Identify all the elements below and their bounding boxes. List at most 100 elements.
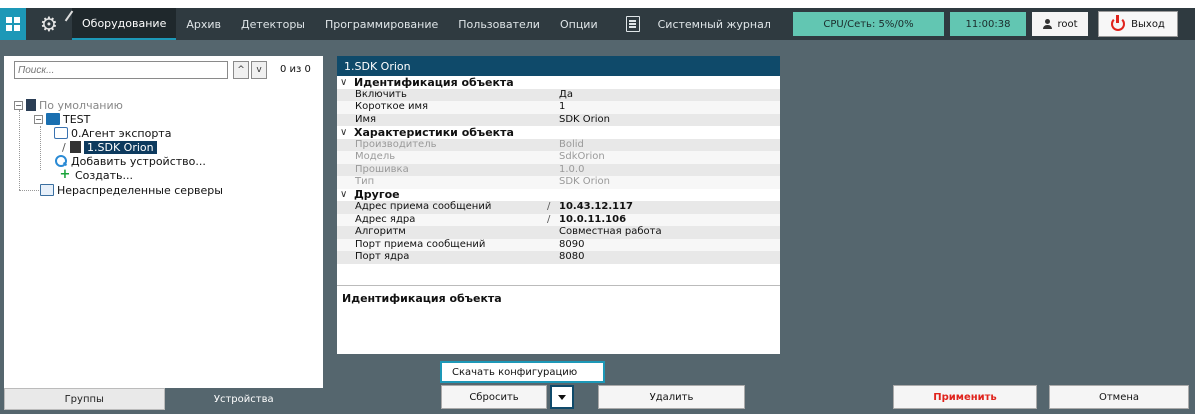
property-row[interactable]: Имя SDK Orion bbox=[337, 113, 780, 127]
property-row[interactable]: Алгоритм Совместная работа bbox=[337, 226, 780, 239]
tree-node-unassigned-servers[interactable]: Нераспределенные серверы bbox=[40, 183, 223, 197]
property-value-text: 10.43.12.117 bbox=[559, 201, 634, 212]
system-journal-button[interactable]: Системный журнал bbox=[616, 8, 777, 40]
property-row[interactable]: Адрес ядра / 10.0.11.106 bbox=[337, 213, 780, 227]
property-key: Имя bbox=[355, 113, 377, 125]
tree-node-create[interactable]: + Создать... bbox=[58, 168, 133, 182]
tree-node-sdk-orion[interactable]: / 1.SDK Orion bbox=[62, 140, 157, 154]
property-value: SdkOrion bbox=[559, 151, 605, 162]
edit-pencil-icon: / bbox=[547, 213, 551, 225]
property-key: Порт ядра bbox=[355, 251, 410, 262]
collapse-icon[interactable]: − bbox=[14, 100, 23, 110]
search-prev-button[interactable]: ^ bbox=[233, 61, 249, 79]
section-title: Идентификация объекта bbox=[354, 75, 514, 89]
property-key: Производитель bbox=[355, 138, 437, 150]
clock: 11:00:38 bbox=[950, 12, 1026, 36]
property-value-text: 10.0.11.106 bbox=[559, 213, 627, 225]
section-characteristics[interactable]: ∨ Характеристики объекта bbox=[337, 126, 780, 139]
tree-node-export-agent[interactable]: 0.Агент экспорта bbox=[54, 126, 171, 140]
property-value[interactable]: 8080 bbox=[543, 251, 780, 264]
tree-node-test[interactable]: − TEST bbox=[34, 112, 90, 126]
section-title: Характеристики объекта bbox=[354, 125, 514, 139]
panel-title: 1.SDK Orion bbox=[337, 56, 780, 76]
property-key: Порт приема сообщений bbox=[355, 238, 486, 250]
user-icon bbox=[1042, 19, 1053, 29]
tree-node-test-label: TEST bbox=[63, 112, 91, 126]
property-key: Короткое имя bbox=[355, 101, 429, 112]
section-identification[interactable]: ∨ Идентификация объекта bbox=[337, 76, 780, 89]
menu-archive[interactable]: Архив bbox=[176, 8, 231, 40]
chevron-down-icon[interactable]: ∨ bbox=[340, 77, 354, 88]
folder-icon bbox=[46, 113, 60, 125]
properties-panel: 1.SDK Orion ∨ Идентификация объекта Вклю… bbox=[337, 56, 780, 354]
section-title: Другое bbox=[354, 188, 400, 202]
chevron-down-icon[interactable]: ∨ bbox=[340, 189, 354, 200]
property-value-editable[interactable]: / 10.0.11.106 bbox=[543, 214, 780, 227]
property-row[interactable]: Адрес приема сообщений / 10.43.12.117 bbox=[337, 201, 780, 214]
property-key: Алгоритм bbox=[355, 226, 406, 237]
property-key: Адрес ядра bbox=[355, 213, 416, 225]
plus-icon: + bbox=[59, 167, 71, 182]
reset-dropdown-button[interactable] bbox=[550, 385, 574, 409]
reset-button[interactable]: Сбросить bbox=[441, 385, 547, 409]
export-agent-icon bbox=[54, 127, 68, 139]
tree-node-export-agent-label: 0.Агент экспорта bbox=[71, 126, 172, 140]
top-bar: ⚙ Оборудование Архив Детекторы Программи… bbox=[0, 8, 1195, 40]
tree-node-unassigned-label: Нераспределенные серверы bbox=[57, 183, 223, 197]
property-key: Модель bbox=[355, 151, 396, 162]
property-row: Тип SDK Orion bbox=[337, 176, 780, 189]
search-count: 0 из 0 bbox=[280, 64, 311, 75]
menu-users[interactable]: Пользователи bbox=[448, 8, 550, 40]
system-journal-label: Системный журнал bbox=[657, 17, 771, 31]
exit-button[interactable]: Выход bbox=[1098, 11, 1178, 37]
download-config-menu-item[interactable]: Скачать конфигурацию bbox=[440, 361, 605, 383]
edit-pencil-icon: / bbox=[547, 201, 551, 212]
search-device-icon bbox=[54, 155, 68, 167]
menu-equipment[interactable]: Оборудование bbox=[72, 8, 177, 40]
chevron-down-icon[interactable]: ∨ bbox=[340, 127, 354, 138]
property-row[interactable]: Порт приема сообщений 8090 bbox=[337, 238, 780, 252]
tree-node-add-device-label: Добавить устройство... bbox=[71, 154, 206, 168]
property-key: Тип bbox=[355, 176, 375, 187]
tree-node-sdk-orion-label: 1.SDK Orion bbox=[84, 140, 157, 154]
property-key: Адрес приема сообщений bbox=[355, 201, 492, 212]
collapse-icon[interactable]: − bbox=[34, 114, 43, 124]
menu-detectors[interactable]: Детекторы bbox=[231, 8, 315, 40]
property-value[interactable]: Совместная работа bbox=[543, 226, 780, 239]
property-value[interactable]: 8090 bbox=[543, 239, 780, 252]
search-next-button[interactable]: v bbox=[251, 61, 267, 79]
property-row[interactable]: Порт ядра 8080 bbox=[337, 251, 780, 264]
property-key: Прошивка bbox=[355, 163, 409, 175]
property-row[interactable]: Включить Да bbox=[337, 88, 780, 102]
section-other[interactable]: ∨ Другое bbox=[337, 188, 780, 202]
property-value: Bolid bbox=[559, 138, 584, 150]
cancel-button[interactable]: Отмена bbox=[1049, 385, 1189, 409]
tree-node-add-device[interactable]: Добавить устройство... bbox=[54, 154, 206, 168]
tab-devices[interactable]: Устройства bbox=[164, 388, 323, 410]
property-value[interactable]: SDK Orion bbox=[543, 114, 780, 127]
property-value[interactable]: Да bbox=[543, 89, 780, 102]
app-grid-icon[interactable] bbox=[0, 8, 26, 40]
settings-gear-icon[interactable]: ⚙ bbox=[26, 8, 74, 40]
property-row: Модель SdkOrion bbox=[337, 151, 780, 164]
monitor-icon bbox=[40, 184, 54, 196]
server-icon bbox=[26, 99, 36, 111]
search-input[interactable] bbox=[14, 61, 228, 79]
cpu-network-status: CPU/Сеть: 5%/0% bbox=[793, 12, 944, 36]
property-row[interactable]: Короткое имя 1 bbox=[337, 101, 780, 114]
exit-label: Выход bbox=[1131, 18, 1165, 30]
property-value-editable[interactable]: / 10.43.12.117 bbox=[543, 201, 780, 214]
user-badge[interactable]: root bbox=[1032, 12, 1088, 36]
tab-groups[interactable]: Группы bbox=[4, 388, 165, 410]
main-area: ^ v 0 из 0 − По умолчанию − TEST 0.Агент… bbox=[0, 40, 1195, 414]
device-tree-panel: ^ v 0 из 0 − По умолчанию − TEST 0.Агент… bbox=[4, 56, 323, 410]
journal-icon bbox=[625, 16, 640, 32]
property-value[interactable]: 1 bbox=[543, 101, 780, 114]
power-icon bbox=[1111, 15, 1126, 31]
menu-programming[interactable]: Программирование bbox=[315, 8, 448, 40]
delete-button[interactable]: Удалить bbox=[598, 385, 745, 409]
menu-options[interactable]: Опции bbox=[550, 8, 608, 40]
left-tabs: Группы Устройства bbox=[4, 388, 323, 410]
tree-node-default[interactable]: − По умолчанию bbox=[14, 98, 123, 112]
apply-button[interactable]: Применить bbox=[893, 385, 1037, 409]
